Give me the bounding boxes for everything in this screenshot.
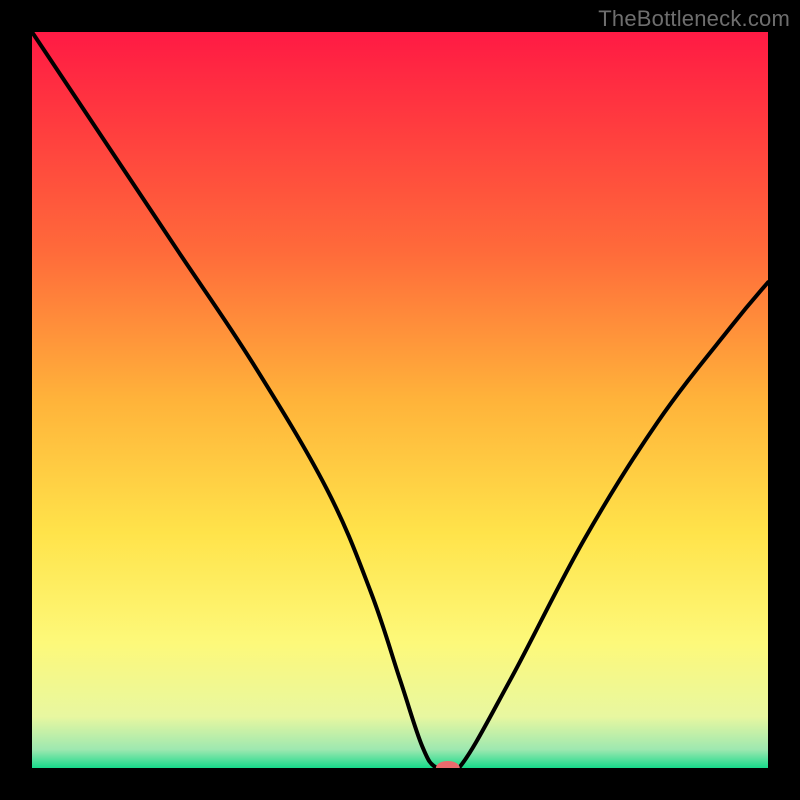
plot-area <box>32 32 768 768</box>
attribution-label: TheBottleneck.com <box>598 6 790 32</box>
gradient-background <box>32 32 768 768</box>
chart-frame: TheBottleneck.com <box>0 0 800 800</box>
bottleneck-chart <box>32 32 768 768</box>
